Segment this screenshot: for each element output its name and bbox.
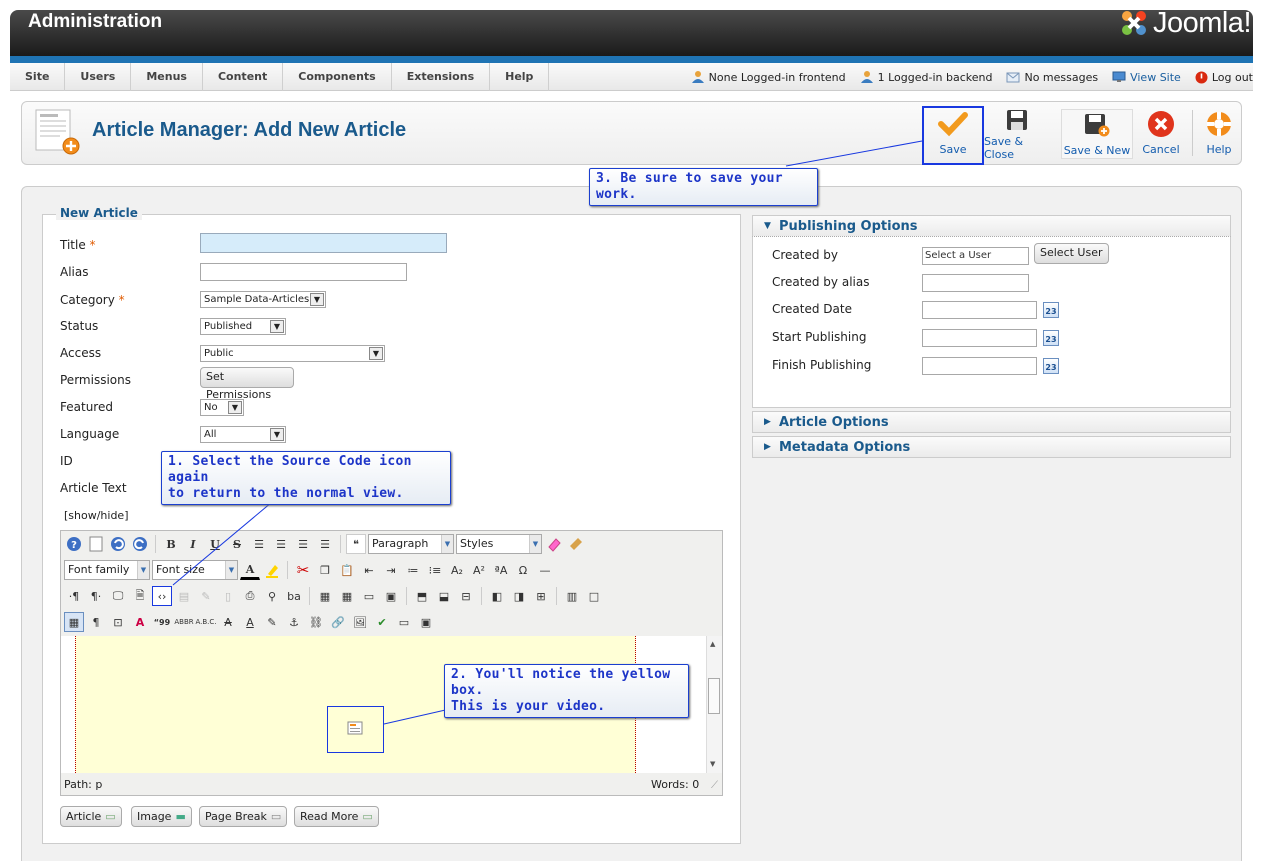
callout-connectors (172, 140, 923, 725)
callout-source-code: 1. Select the Source Code icon again to r… (161, 451, 451, 505)
callout-save-work: 3. Be sure to save your work. (589, 168, 818, 206)
app-window: Administration Joomla! Site Users Menus … (0, 0, 1263, 861)
callout-yellow-box: 2. You'll notice the yellow box. This is … (444, 664, 689, 718)
callout-1-connector (172, 491, 285, 586)
callout-3-connector (785, 140, 923, 167)
